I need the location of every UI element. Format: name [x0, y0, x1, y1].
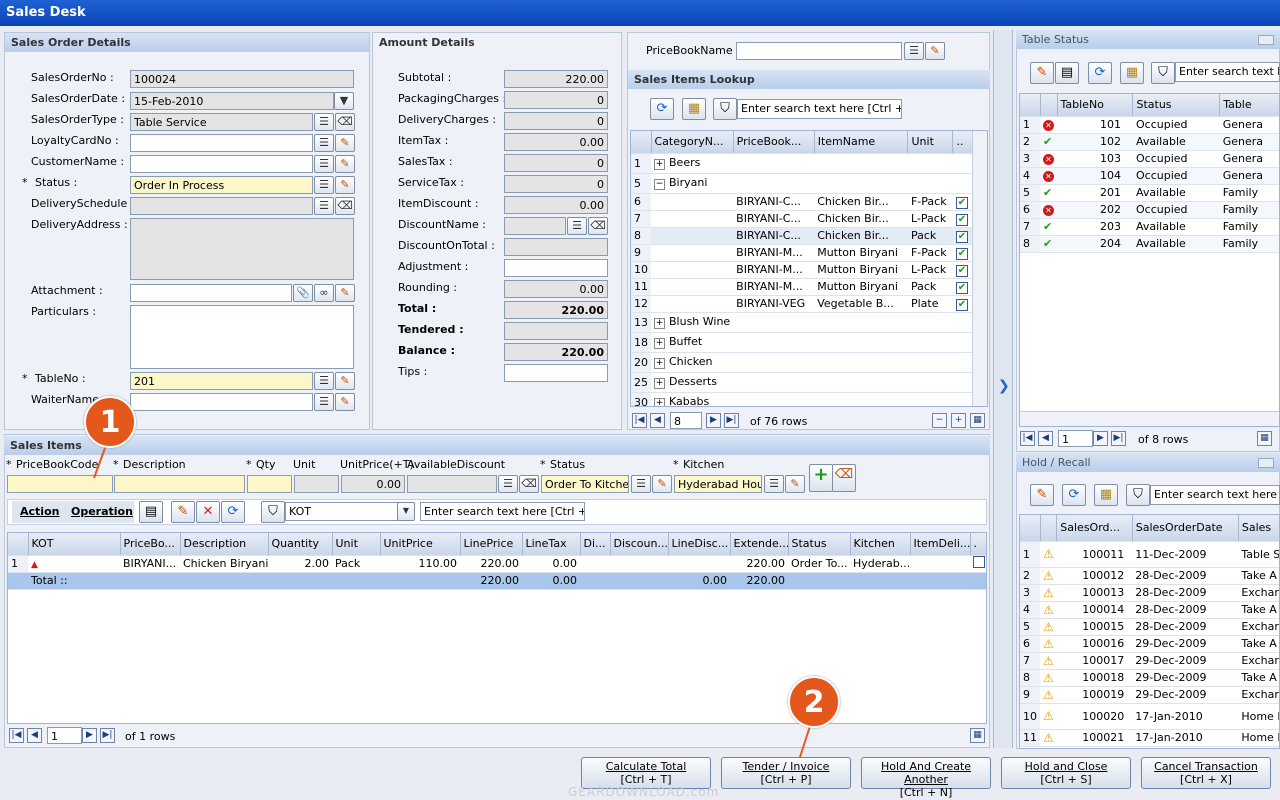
- watermark: GEARDOWNLOAD.com: [568, 785, 720, 799]
- marker-badge-1: 1: [84, 396, 136, 448]
- marker-lines: [93, 439, 813, 758]
- marker-badge-2: 2: [788, 676, 840, 728]
